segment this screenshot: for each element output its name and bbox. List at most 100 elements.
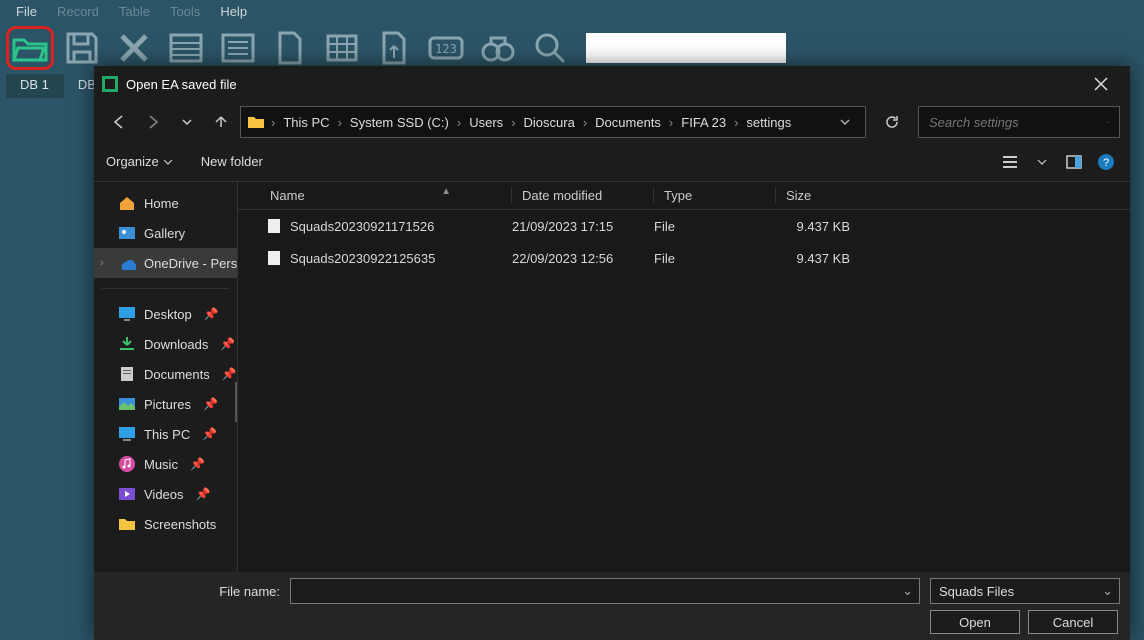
sidebar-desktop[interactable]: Desktop📌	[94, 299, 237, 329]
dialog-toolbar: Organize New folder ?	[94, 142, 1130, 182]
videos-icon	[118, 485, 136, 503]
breadcrumb-item[interactable]: settings	[744, 115, 793, 130]
nav-up-button[interactable]	[206, 107, 236, 137]
chevron-down-icon[interactable]: ⌄	[902, 583, 913, 599]
export-icon[interactable]	[370, 26, 418, 70]
new-folder-button[interactable]: New folder	[201, 154, 263, 169]
pin-icon: 📌	[220, 337, 235, 351]
music-icon	[118, 455, 136, 473]
dialog-close-button[interactable]	[1080, 68, 1122, 100]
breadcrumb-item[interactable]: System SSD (C:)	[348, 115, 451, 130]
pictures-icon	[118, 395, 136, 413]
grid-icon[interactable]	[318, 26, 366, 70]
sidebar-scrollbar[interactable]	[235, 382, 238, 422]
menu-table[interactable]: Table	[109, 2, 160, 21]
organize-button[interactable]: Organize	[104, 150, 175, 173]
file-row[interactable]: Squads20230921171526 21/09/2023 17:15 Fi…	[238, 210, 1130, 242]
sidebar-music[interactable]: Music📌	[94, 449, 237, 479]
column-name[interactable]: Name▲	[266, 188, 512, 203]
open-folder-icon[interactable]	[6, 26, 54, 70]
chevron-down-icon[interactable]	[839, 116, 859, 128]
search-icon[interactable]	[526, 26, 574, 70]
cancel-button[interactable]: Cancel	[1028, 610, 1118, 634]
search-input[interactable]	[929, 115, 1107, 130]
chevron-down-icon: ⌄	[1102, 583, 1113, 599]
downloads-icon	[118, 335, 136, 353]
svg-text:?: ?	[1103, 157, 1109, 169]
breadcrumb-item[interactable]: Dioscura	[522, 115, 577, 130]
filename-label: File name:	[104, 584, 280, 599]
chevron-right-icon: ›	[509, 115, 517, 130]
binoculars-icon[interactable]	[474, 26, 522, 70]
sidebar-home[interactable]: Home	[94, 188, 237, 218]
chevron-right-icon: ›	[336, 115, 344, 130]
main-menubar: File Record Table Tools Help	[0, 0, 1144, 22]
column-size[interactable]: Size	[776, 188, 856, 203]
doc-icon[interactable]	[266, 26, 314, 70]
filename-input[interactable]: ⌄	[290, 578, 920, 604]
menu-record[interactable]: Record	[47, 2, 109, 21]
filetype-filter[interactable]: Squads Files⌄	[930, 578, 1120, 604]
toolbar-search-input[interactable]	[586, 33, 786, 63]
search-icon	[1107, 115, 1109, 129]
sidebar-thispc[interactable]: This PC📌	[94, 419, 237, 449]
list-icon[interactable]	[214, 26, 262, 70]
preview-pane-button[interactable]	[1060, 148, 1088, 176]
sidebar-onedrive[interactable]: ›OneDrive - Pers	[94, 248, 237, 278]
breadcrumb-item[interactable]: Documents	[593, 115, 663, 130]
chevron-right-icon: ›	[732, 115, 740, 130]
search-box[interactable]	[918, 106, 1120, 138]
refresh-button[interactable]	[876, 106, 908, 138]
chevron-right-icon: ›	[455, 115, 463, 130]
address-bar[interactable]: › This PC › System SSD (C:) › Users › Di…	[240, 106, 866, 138]
help-button[interactable]: ?	[1092, 148, 1120, 176]
file-row[interactable]: Squads20230922125635 22/09/2023 12:56 Fi…	[238, 242, 1130, 274]
view-dropdown-button[interactable]	[1028, 148, 1056, 176]
chevron-right-icon: ›	[581, 115, 589, 130]
home-icon	[118, 194, 136, 212]
pin-icon: 📌	[202, 427, 217, 441]
sidebar-screenshots[interactable]: Screenshots	[94, 509, 237, 539]
sidebar-pictures[interactable]: Pictures📌	[94, 389, 237, 419]
sidebar-gallery[interactable]: Gallery	[94, 218, 237, 248]
pin-icon: 📌	[203, 397, 218, 411]
column-date[interactable]: Date modified	[512, 188, 654, 203]
menu-file[interactable]: File	[6, 2, 47, 21]
sidebar-documents[interactable]: Documents📌	[94, 359, 237, 389]
chevron-right-icon: ›	[269, 115, 277, 130]
thispc-icon	[118, 425, 136, 443]
nav-recent-button[interactable]	[172, 107, 202, 137]
breadcrumb-item[interactable]: This PC	[281, 115, 331, 130]
nav-forward-button[interactable]	[138, 107, 168, 137]
breadcrumb-item[interactable]: FIFA 23	[679, 115, 728, 130]
sidebar: Home Gallery ›OneDrive - Pers Desktop📌 D…	[94, 182, 238, 572]
close-x-icon[interactable]	[110, 26, 158, 70]
dialog-titlebar: Open EA saved file	[94, 66, 1130, 102]
column-type[interactable]: Type	[654, 188, 776, 203]
save-icon[interactable]	[58, 26, 106, 70]
chevron-down-icon	[163, 157, 173, 167]
sort-asc-icon: ▲	[441, 186, 451, 197]
desktop-icon	[118, 305, 136, 323]
menu-tools[interactable]: Tools	[160, 2, 210, 21]
nav-back-button[interactable]	[104, 107, 134, 137]
db-tab-1[interactable]: DB 1	[6, 74, 64, 98]
gallery-icon	[118, 224, 136, 242]
list-header: Name▲ Date modified Type Size	[238, 182, 1130, 210]
file-icon	[266, 250, 282, 266]
breadcrumb-item[interactable]: Users	[467, 115, 505, 130]
pin-icon: 📌	[204, 307, 219, 321]
form-icon[interactable]	[162, 26, 210, 70]
folder-icon	[247, 113, 265, 131]
sidebar-downloads[interactable]: Downloads📌	[94, 329, 237, 359]
number-icon[interactable]: 123	[422, 26, 470, 70]
sidebar-videos[interactable]: Videos📌	[94, 479, 237, 509]
folder-icon	[118, 515, 136, 533]
file-icon	[266, 218, 282, 234]
chevron-right-icon: ›	[100, 257, 104, 269]
menu-help[interactable]: Help	[210, 2, 257, 21]
open-button[interactable]: Open	[930, 610, 1020, 634]
pin-icon: 📌	[190, 457, 205, 471]
dialog-footer: File name: ⌄ Squads Files⌄ Open Cancel	[94, 572, 1130, 640]
view-options-button[interactable]	[996, 148, 1024, 176]
